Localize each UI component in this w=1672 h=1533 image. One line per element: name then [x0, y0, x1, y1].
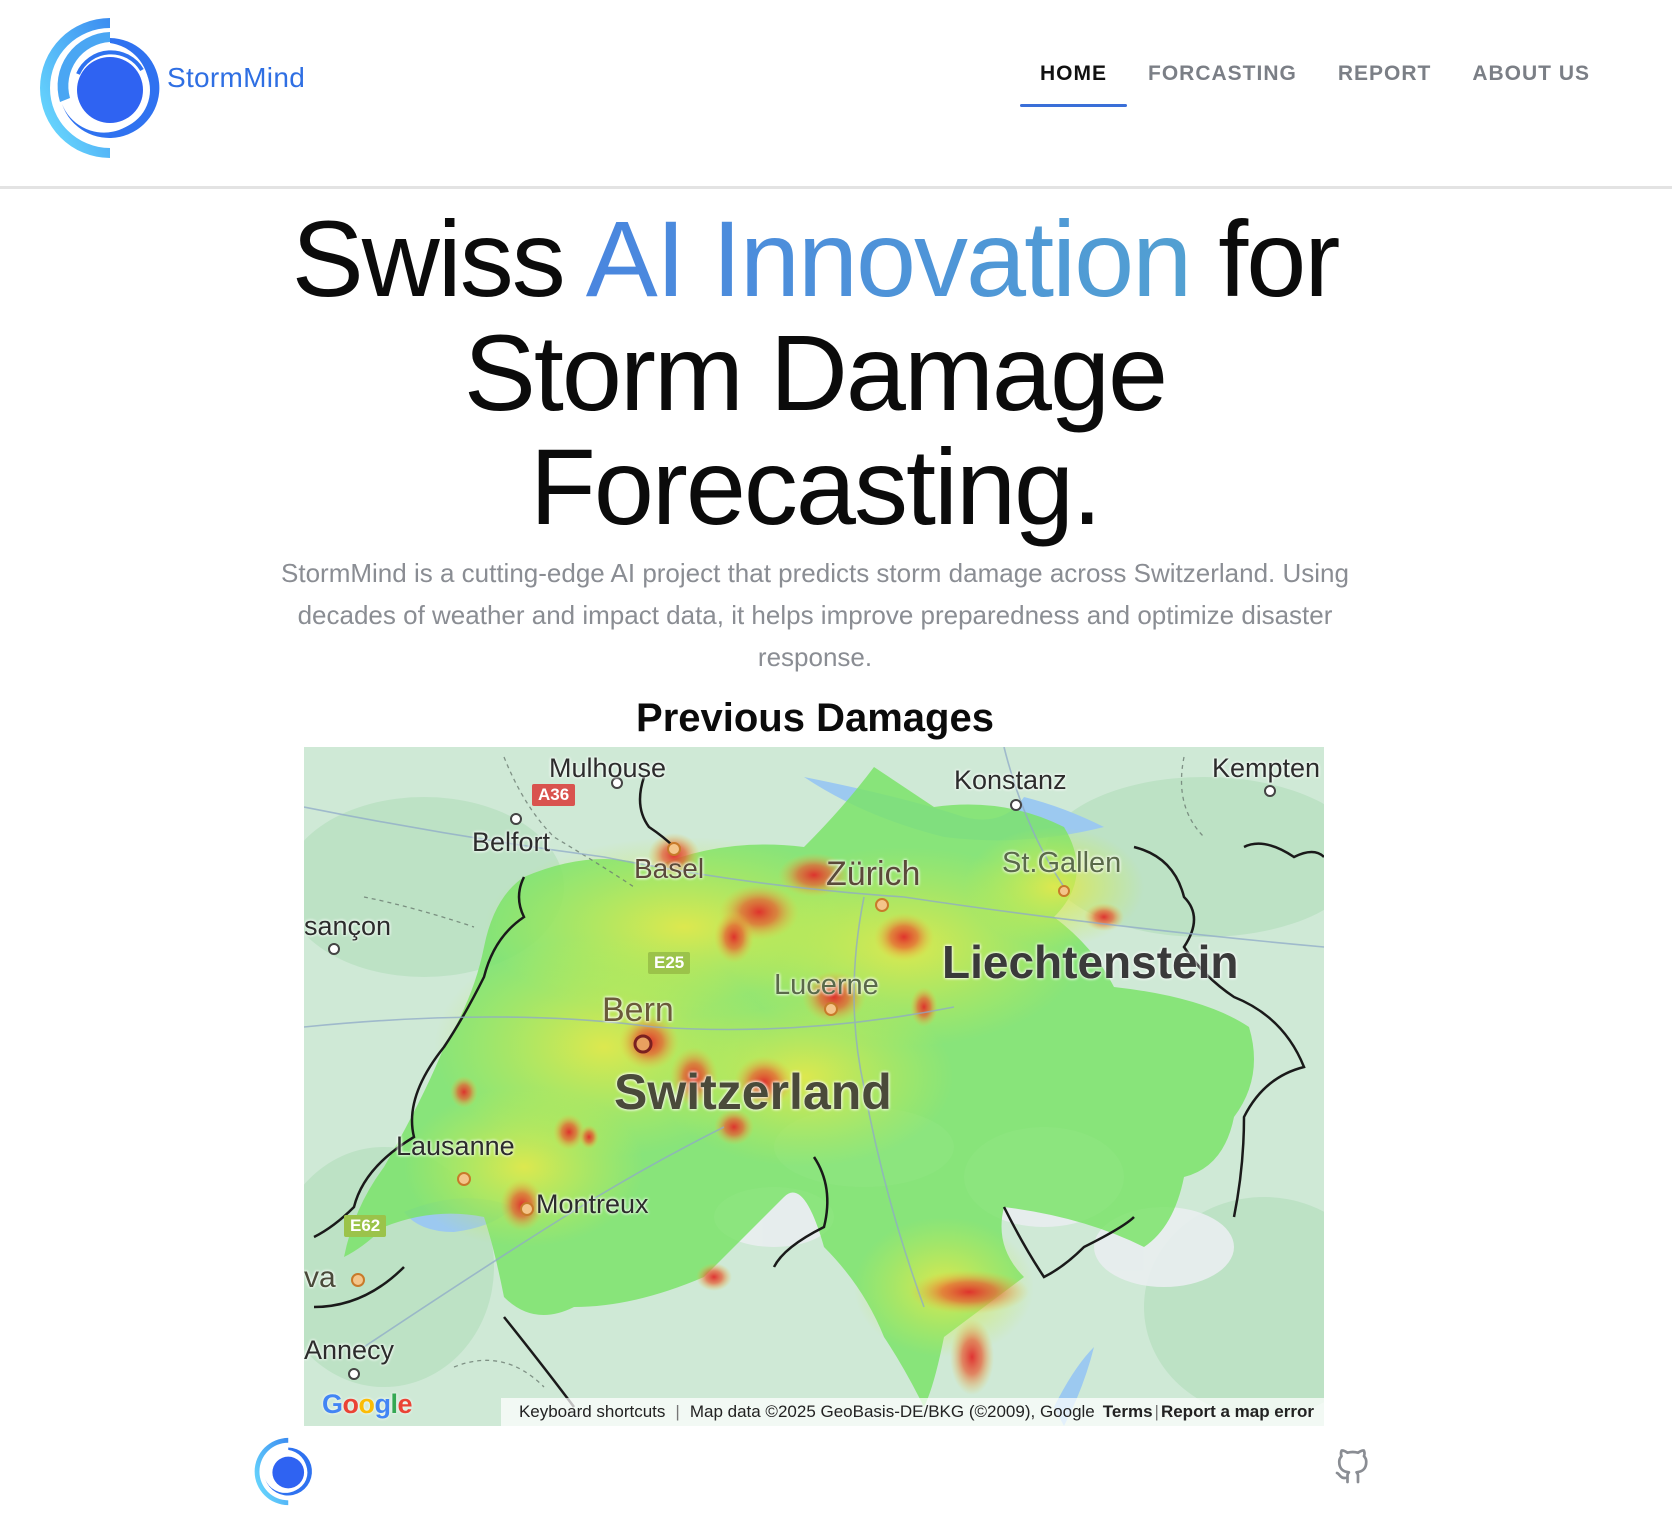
google-logo[interactable]: Google [322, 1389, 413, 1420]
map-data-text: Map data ©2025 GeoBasis-DE/BKG (©2009), … [689, 1402, 1095, 1421]
previous-damages-title: Previous Damages [636, 696, 994, 740]
attribution-separator-2: | [1154, 1402, 1159, 1421]
map-label-st-gallen: St.Gallen [1002, 847, 1122, 879]
map-label-lucerne: Lucerne [774, 969, 879, 1001]
map-label-switzerland: Switzerland [614, 1064, 892, 1120]
brand-name[interactable]: StormMind [167, 62, 305, 94]
map-label-konstanz: Konstanz [954, 765, 1067, 795]
road-sign-a36: A36 [532, 784, 576, 806]
main-nav: HOME FORCASTING REPORT ABOUT US [1020, 62, 1590, 107]
hero-title-line-1: Swiss AI Innovation for [0, 202, 1630, 316]
nav-forcasting[interactable]: FORCASTING [1148, 62, 1297, 86]
map-attribution: Google Keyboard shortcuts | Map data ©20… [304, 1389, 1324, 1426]
hero-title-accent: AI Innovation [585, 198, 1192, 319]
github-icon[interactable] [1334, 1449, 1370, 1485]
damage-heatmap-map[interactable]: Mulhouse Konstanz Kempten Belfort Basel … [304, 747, 1324, 1426]
road-sign-e62: E62 [344, 1215, 387, 1237]
map-attribution-bar: Keyboard shortcuts | Map data ©2025 GeoB… [500, 1398, 1324, 1426]
nav-home[interactable]: HOME [1020, 62, 1127, 107]
map-label-montreux: Montreux [536, 1189, 649, 1219]
hero-subtitle: StormMind is a cutting-edge AI project t… [281, 558, 1349, 672]
stormmind-logo-icon[interactable] [22, 14, 172, 164]
attribution-separator: | [675, 1402, 680, 1421]
hero-title-part1: Swiss [291, 198, 566, 319]
map-label-besancon: sançon [304, 911, 392, 941]
keyboard-shortcuts-link[interactable]: Keyboard shortcuts [519, 1402, 665, 1422]
report-map-error-link[interactable]: Report a map error [1161, 1402, 1314, 1422]
site-header: StormMind HOME FORCASTING REPORT ABOUT U… [0, 0, 1672, 189]
map-label-mulhouse: Mulhouse [549, 753, 667, 783]
map-label-liechtenstein: Liechtenstein [942, 936, 1239, 988]
hero-title-line-2: Storm Damage [463, 312, 1168, 433]
map-label-zurich: Zürich [826, 855, 921, 893]
road-sign-e25: E25 [648, 952, 691, 974]
map-label-bern: Bern [602, 991, 674, 1029]
nav-report[interactable]: REPORT [1338, 62, 1432, 86]
footer-logo-icon[interactable] [246, 1436, 318, 1508]
hero-title-line-3: Forecasting. [529, 426, 1102, 547]
map-label-geneva: va [304, 1261, 336, 1294]
map-label-basel: Basel [634, 853, 705, 884]
terms-link[interactable]: Terms [1103, 1402, 1153, 1422]
map-label-belfort: Belfort [472, 827, 551, 857]
map-label-lausanne: Lausanne [396, 1131, 515, 1161]
hero-title-part2: for [1218, 198, 1340, 319]
map-label-annecy: Annecy [304, 1335, 395, 1365]
hero-title: Swiss AI Innovation for Storm Damage For… [0, 202, 1630, 544]
map-label-kempten: Kempten [1212, 753, 1321, 783]
nav-about-us[interactable]: ABOUT US [1472, 62, 1590, 86]
